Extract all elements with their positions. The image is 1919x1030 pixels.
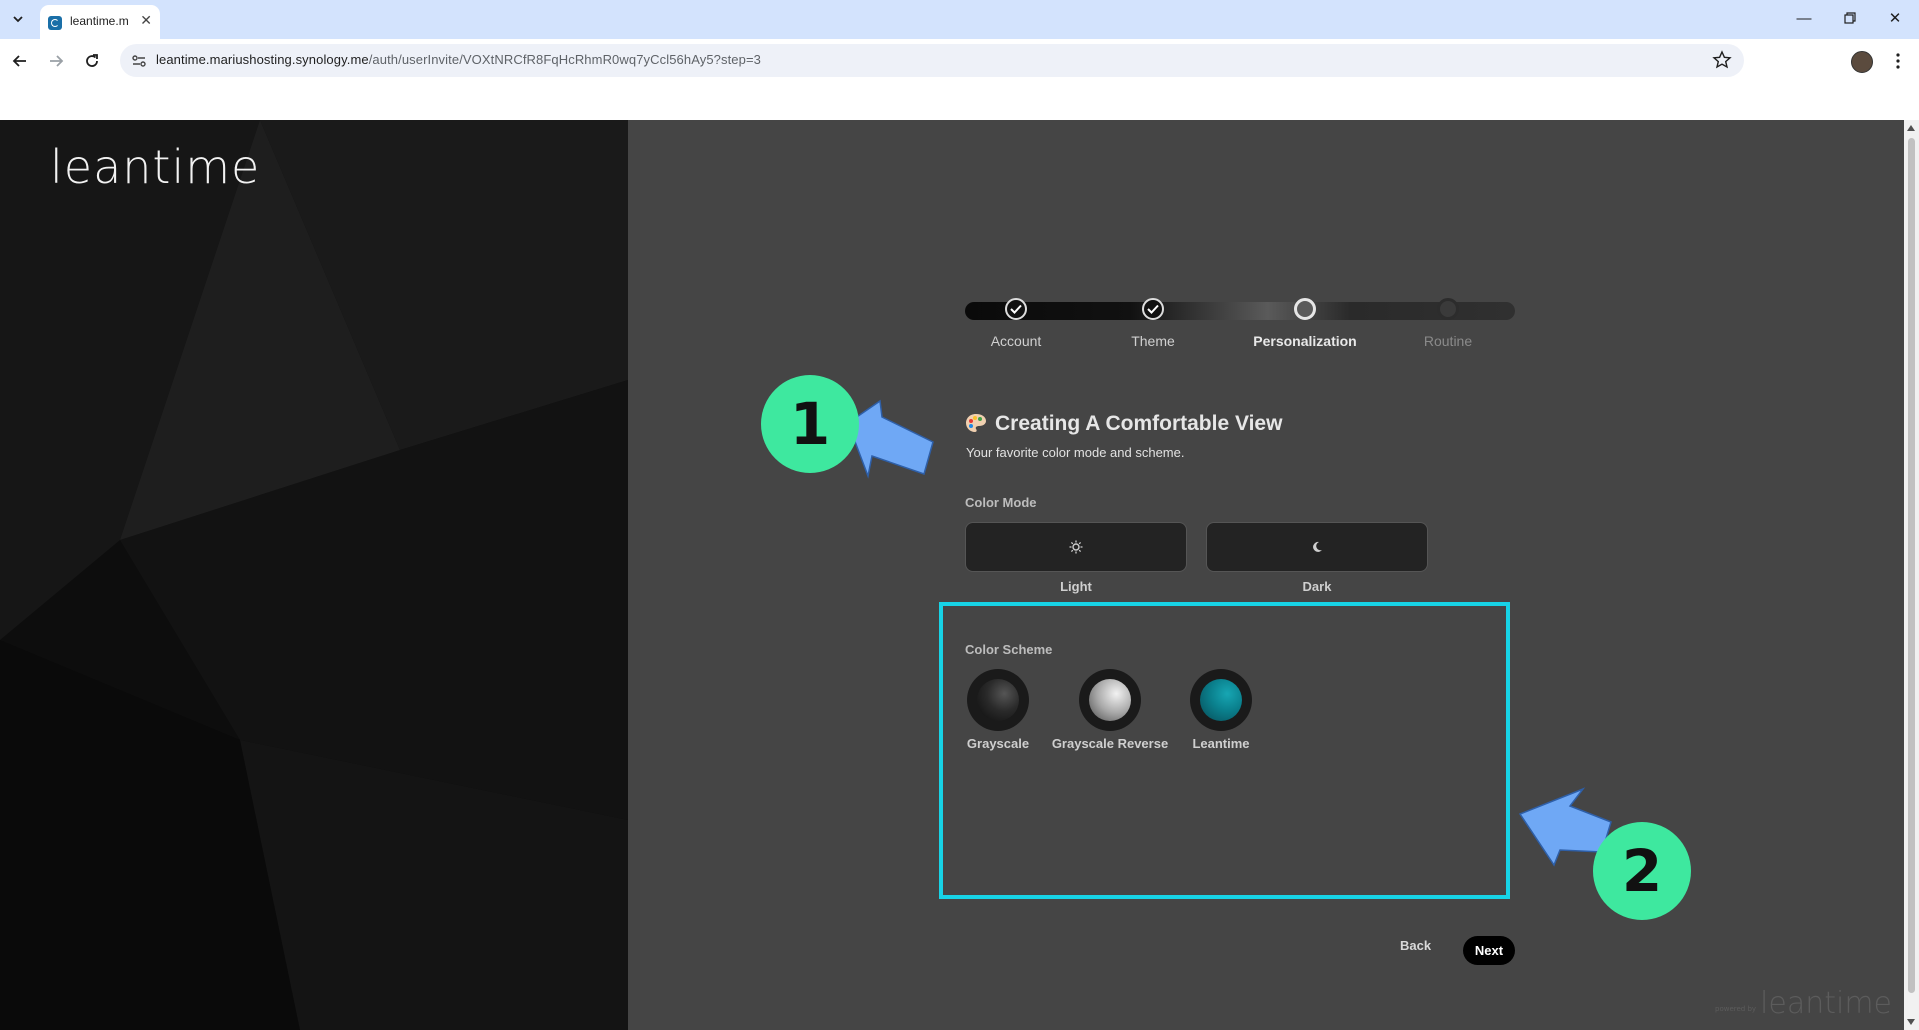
annotation-callout-2: 2 — [1593, 822, 1691, 920]
page-title: Creating A Comfortable View — [965, 412, 1282, 436]
scrollbar-thumb[interactable] — [1908, 138, 1915, 993]
forward-arrow-icon[interactable] — [45, 50, 67, 72]
address-bar[interactable]: leantime.mariushosting.synology.me/auth/… — [120, 44, 1744, 77]
restore-icon[interactable] — [1840, 8, 1860, 28]
bookmark-star-icon[interactable] — [1712, 50, 1732, 70]
tab-close-icon[interactable]: ✕ — [140, 12, 152, 29]
page-scrollbar[interactable] — [1904, 120, 1919, 1030]
url-path: /auth/userInvite/VOXtNRCfR8FqHcRhmR0wq7y… — [368, 52, 761, 67]
annotation-callout-1: 1 — [761, 375, 859, 473]
tab-title: leantime.m — [70, 14, 129, 28]
step-label: Account — [990, 333, 1042, 349]
profile-avatar[interactable] — [1851, 51, 1873, 73]
page-subtitle: Your favorite color mode and scheme. — [966, 445, 1185, 460]
browser-content-gap — [0, 83, 1919, 121]
site-settings-icon[interactable] — [130, 52, 148, 70]
progress-stepper: Account Theme Personalization Routine — [965, 298, 1515, 361]
scroll-down-arrow-icon[interactable] — [1907, 1019, 1915, 1025]
step-todo-dot — [1437, 298, 1459, 320]
page-title-text: Creating A Comfortable View — [995, 412, 1283, 435]
leantime-logo[interactable]: leantime — [50, 140, 260, 194]
step-label: Personalization — [1253, 333, 1357, 349]
powered-by-text: powered by — [1715, 1005, 1757, 1013]
light-mode-label: Light — [1060, 579, 1092, 594]
back-arrow-icon[interactable] — [9, 50, 31, 72]
onboarding-page: leantime Account Theme Personalization R… — [0, 120, 1904, 1030]
step-done-check-icon — [1005, 298, 1027, 320]
step-current-dot — [1294, 298, 1316, 320]
moon-icon — [1313, 541, 1322, 552]
browser-tab-bar: leantime.m ✕ — ✕ — [0, 0, 1919, 39]
dark-mode-label: Dark — [1302, 579, 1332, 594]
stepper-track — [965, 302, 1515, 320]
arrow-to-settings — [847, 399, 934, 479]
watermark-logo: leantime — [1760, 986, 1893, 1021]
url-host: leantime.mariushosting.synology.me — [156, 52, 369, 67]
palette-icon — [966, 414, 986, 432]
browser-menu-icon[interactable] — [1888, 51, 1908, 71]
close-window-icon[interactable]: ✕ — [1885, 8, 1905, 28]
browser-toolbar: leantime.mariushosting.synology.me/auth/… — [0, 39, 1919, 83]
left-brand-panel: leantime — [0, 120, 628, 1030]
leantime-favicon-icon — [48, 16, 62, 30]
minimize-icon[interactable]: — — [1794, 8, 1814, 28]
powered-by-watermark: powered by leantime — [1715, 986, 1892, 1021]
dark-mode-button[interactable] — [1206, 522, 1428, 572]
step-label: Routine — [1423, 333, 1473, 349]
step-label: Theme — [1131, 333, 1175, 349]
step-done-check-icon — [1142, 298, 1164, 320]
browser-tab[interactable]: leantime.m ✕ — [40, 5, 160, 39]
scroll-up-arrow-icon[interactable] — [1907, 125, 1915, 131]
tab-search-chevron-icon[interactable] — [6, 7, 30, 31]
back-button[interactable]: Back — [1400, 938, 1431, 953]
reload-icon[interactable] — [81, 50, 103, 72]
annotation-highlight-box — [939, 602, 1510, 899]
background-polygons — [0, 120, 628, 1030]
sun-icon — [1069, 540, 1083, 554]
light-mode-button[interactable] — [965, 522, 1187, 572]
next-button[interactable]: Next — [1463, 936, 1515, 965]
color-mode-label: Color Mode — [965, 495, 1037, 510]
url-text[interactable]: leantime.mariushosting.synology.me/auth/… — [156, 52, 761, 67]
